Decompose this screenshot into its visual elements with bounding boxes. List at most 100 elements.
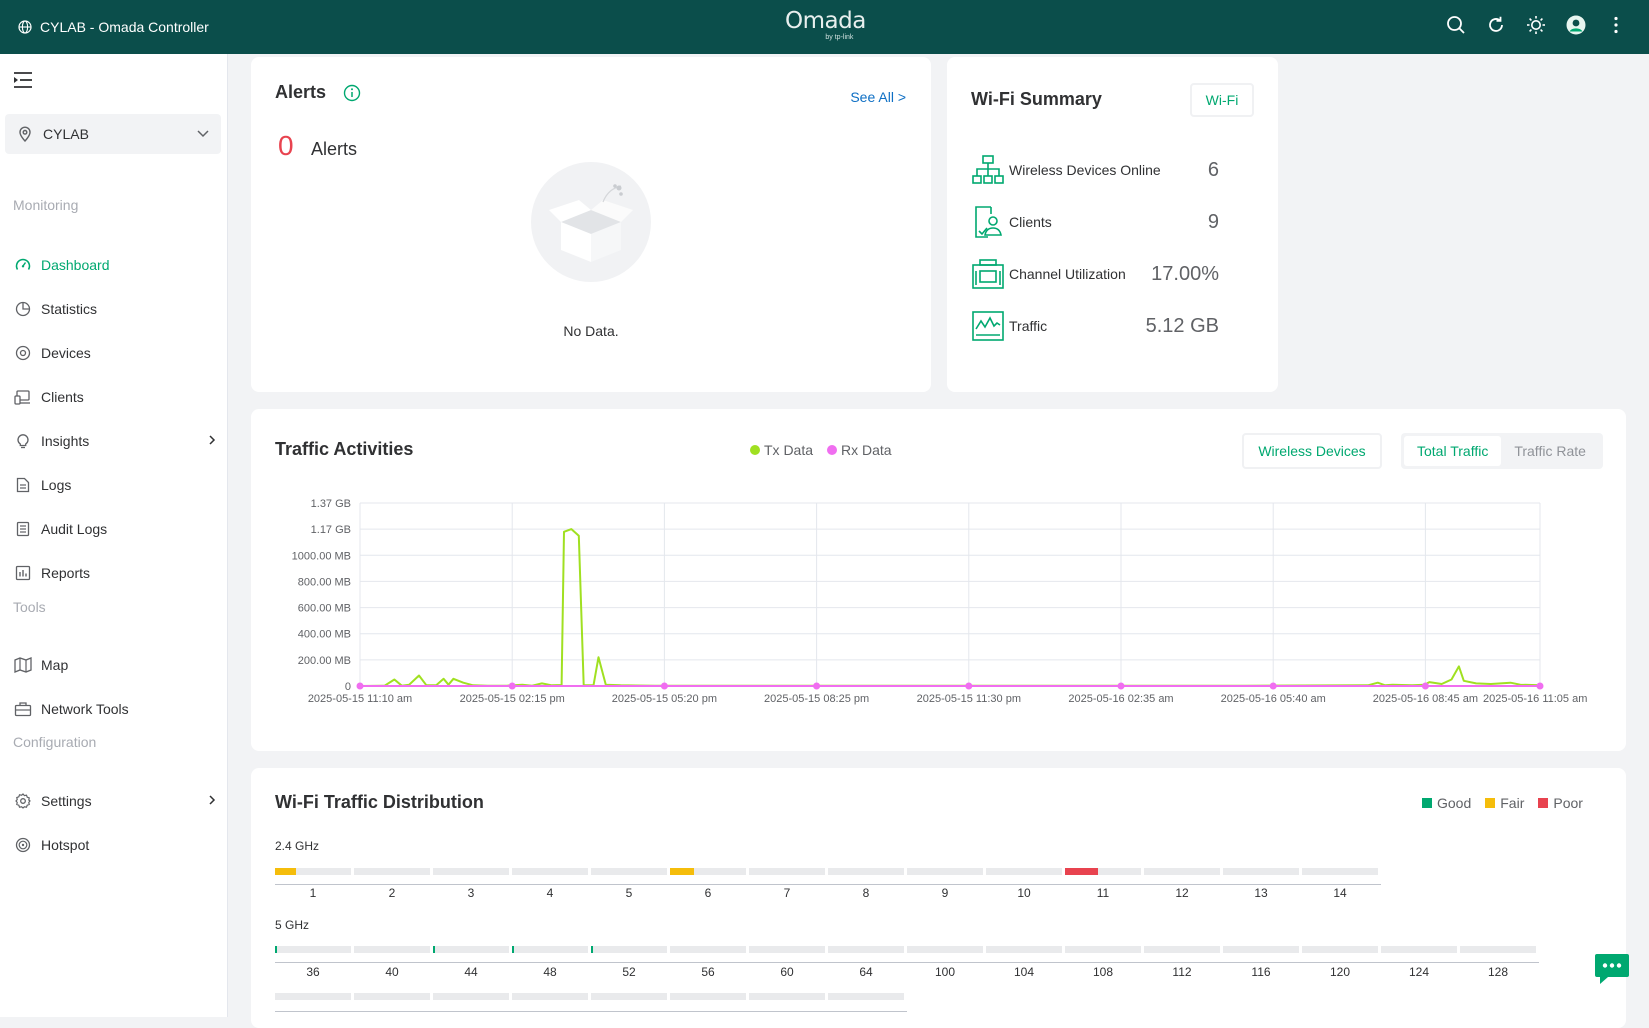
refresh-icon[interactable] — [1485, 14, 1507, 36]
summary-value: 5.12 GB — [1145, 314, 1219, 337]
sidebar-item-insights[interactable]: Insights — [0, 421, 228, 461]
channel-bar-5ghz[interactable] — [275, 946, 351, 953]
channel-bar-5ghz[interactable] — [1144, 946, 1220, 953]
channel-bar-5ghz[interactable] — [986, 946, 1062, 953]
avatar[interactable] — [1565, 14, 1587, 36]
sidebar-item-label: Settings — [41, 793, 92, 809]
sidebar-item-reports[interactable]: Reports — [0, 553, 228, 593]
see-all-link[interactable]: See All > — [850, 89, 906, 105]
sidebar-item-devices[interactable]: Devices — [0, 333, 228, 373]
channel-number: 60 — [780, 965, 794, 979]
sidebar-item-label: Dashboard — [41, 257, 110, 273]
theme-icon[interactable] — [1525, 14, 1547, 36]
channel-bar-24ghz[interactable] — [512, 868, 588, 875]
insights-icon — [13, 431, 33, 451]
channel-bar-5ghz[interactable] — [512, 993, 588, 1000]
channel-bar-24ghz[interactable] — [591, 868, 667, 875]
channel-bar-24ghz[interactable] — [986, 868, 1062, 875]
sidebar-item-label: Logs — [41, 477, 72, 493]
more-icon[interactable] — [1605, 14, 1627, 36]
channel-bar-5ghz[interactable] — [828, 946, 904, 953]
sidebar-item-logs[interactable]: Logs — [0, 465, 228, 505]
poor-swatch — [1538, 798, 1549, 808]
statistics-icon — [13, 299, 33, 319]
channel-bar-5ghz[interactable] — [670, 946, 746, 953]
client-device-icon — [971, 203, 1005, 241]
channel-number: 52 — [622, 965, 636, 979]
rx-data-point — [1421, 682, 1429, 690]
site-title-text: CYLAB - Omada Controller — [40, 19, 209, 35]
wifi-button[interactable]: Wi-Fi — [1190, 83, 1254, 117]
chevron-right-icon — [209, 435, 216, 445]
search-icon[interactable] — [1445, 14, 1467, 36]
summary-label: Traffic — [1009, 318, 1048, 334]
channel-bar-24ghz[interactable] — [1144, 868, 1220, 875]
section-configuration: Configuration — [13, 734, 97, 750]
channel-bar-5ghz[interactable] — [1460, 946, 1536, 953]
audit-logs-icon — [13, 519, 33, 539]
sidebar-item-dashboard[interactable]: Dashboard — [0, 245, 228, 285]
x-tick-label: 2025-05-16 05:40 am — [1221, 693, 1326, 705]
channel-bar-5ghz[interactable] — [512, 946, 588, 953]
channel-number: 36 — [306, 965, 320, 979]
channel-bar-5ghz[interactable] — [591, 946, 667, 953]
rx-data-point — [965, 682, 973, 690]
rx-data-point — [660, 682, 668, 690]
channel-bar-5ghz[interactable] — [354, 993, 430, 1000]
channel-bar-5ghz[interactable] — [670, 993, 746, 1000]
channel-bar-5ghz[interactable] — [433, 993, 509, 1000]
info-icon[interactable] — [343, 84, 361, 107]
sidebar-item-label: Audit Logs — [41, 521, 108, 537]
channel-bar-5ghz[interactable] — [1381, 946, 1457, 953]
channel-bar-5ghz[interactable] — [591, 993, 667, 1000]
summary-label: Wireless Devices Online — [1009, 162, 1161, 178]
distribution-title: Wi-Fi Traffic Distribution — [275, 792, 484, 812]
wifi-summary-card: Wi-Fi Summary Wi-Fi Wireless Devices Onl… — [947, 57, 1278, 392]
sidebar-item-map[interactable]: Map — [0, 645, 228, 685]
sidebar-item-label: Insights — [41, 433, 90, 449]
sidebar-item-hotspot[interactable]: Hotspot — [0, 825, 228, 865]
sidebar-item-statistics[interactable]: Statistics — [0, 289, 228, 329]
channel-bar-5ghz[interactable] — [749, 946, 825, 953]
channel-bar-24ghz[interactable] — [749, 868, 825, 875]
channel-bar-5ghz[interactable] — [433, 946, 509, 953]
site-title: CYLAB - Omada Controller — [18, 19, 209, 35]
channel-bar-24ghz[interactable] — [1065, 868, 1141, 875]
sidebar-item-audit-logs[interactable]: Audit Logs — [0, 509, 228, 549]
channel-bar-5ghz[interactable] — [275, 993, 351, 1000]
channel-bar-5ghz[interactable] — [828, 993, 904, 1000]
site-selector[interactable]: CYLAB — [5, 114, 221, 154]
channel-bar-5ghz[interactable] — [749, 993, 825, 1000]
channel-number: 4 — [546, 886, 554, 900]
channel-number: 120 — [1329, 965, 1351, 979]
x-tick-label: 2025-05-15 11:30 pm — [917, 693, 1021, 705]
chat-button[interactable] — [1594, 953, 1630, 985]
channel-bar-5ghz[interactable] — [1223, 946, 1299, 953]
sidebar-item-label: Network Tools — [41, 701, 129, 717]
traffic-activities-card: Traffic Activities Tx Data Rx Data Wirel… — [251, 409, 1626, 751]
chevron-right-icon — [209, 795, 216, 805]
channel-bar-5ghz[interactable] — [1302, 946, 1378, 953]
channel-number: 5 — [625, 886, 633, 900]
channel-bar-24ghz[interactable] — [670, 868, 746, 875]
channel-bar-24ghz[interactable] — [1302, 868, 1378, 875]
logs-icon — [13, 475, 33, 495]
channel-bar-5ghz[interactable] — [354, 946, 430, 953]
legend-fair: Fair — [1485, 795, 1524, 811]
channel-number: 14 — [1333, 886, 1347, 900]
channel-bar-24ghz[interactable] — [433, 868, 509, 875]
channel-bar-24ghz[interactable] — [907, 868, 983, 875]
channel-bar-24ghz[interactable] — [1223, 868, 1299, 875]
channel-bar-24ghz[interactable] — [354, 868, 430, 875]
channel-bar-5ghz[interactable] — [907, 946, 983, 953]
sidebar-item-clients[interactable]: Clients — [0, 377, 228, 417]
channel-bar-5ghz[interactable] — [1065, 946, 1141, 953]
sidebar-item-settings[interactable]: Settings — [0, 781, 228, 821]
collapse-menu-icon[interactable] — [13, 71, 33, 94]
legend-fair-label: Fair — [1500, 795, 1525, 811]
channel-bar-24ghz[interactable] — [828, 868, 904, 875]
no-data-text: No Data. — [563, 323, 619, 339]
omada-logo: Omada by tp-link — [785, 8, 866, 42]
channel-bar-24ghz[interactable] — [275, 868, 351, 875]
sidebar-item-network-tools[interactable]: Network Tools — [0, 689, 228, 729]
